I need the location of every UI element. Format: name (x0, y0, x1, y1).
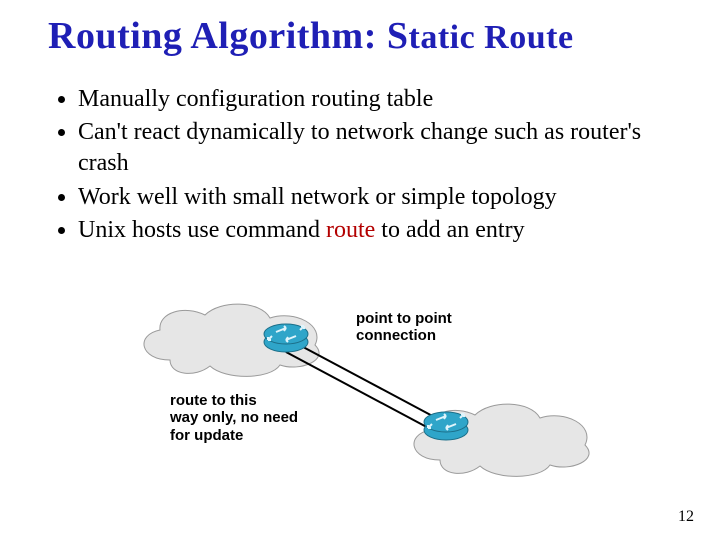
bullet-4-pre: Unix hosts use command (78, 217, 326, 243)
bullet-list: Manually configuration routing table Can… (48, 84, 672, 246)
bullet-4-cmd: route (326, 217, 375, 243)
bullet-4-post: to add an entry (375, 217, 524, 243)
bullet-3: Work well with small network or simple t… (78, 182, 672, 213)
label-route-to-this: route to this way only, no need for upda… (170, 392, 298, 444)
label-route-line3: for update (170, 427, 243, 444)
router-right-icon (422, 408, 470, 442)
label-point-to-point: point to point connection (356, 310, 452, 345)
bullet-4: Unix hosts use command route to add an e… (78, 215, 672, 246)
label-route-line1: route to this (170, 392, 257, 409)
label-ptp-line1: point to point (356, 310, 452, 327)
network-diagram: point to point connection route to this … (130, 300, 650, 490)
bullet-2: Can't react dynamically to network chang… (78, 117, 672, 179)
label-route-line2: way only, no need (170, 409, 298, 426)
title-rest: tatic Route (409, 19, 574, 56)
page-number: 12 (678, 508, 694, 526)
router-left-icon (262, 320, 310, 354)
slide-title: Routing Algorithm: Static Route (48, 14, 672, 58)
title-main: Routing Algorithm: (48, 15, 387, 57)
label-ptp-line2: connection (356, 327, 436, 344)
title-s: S (387, 15, 409, 57)
bullet-1: Manually configuration routing table (78, 84, 672, 115)
